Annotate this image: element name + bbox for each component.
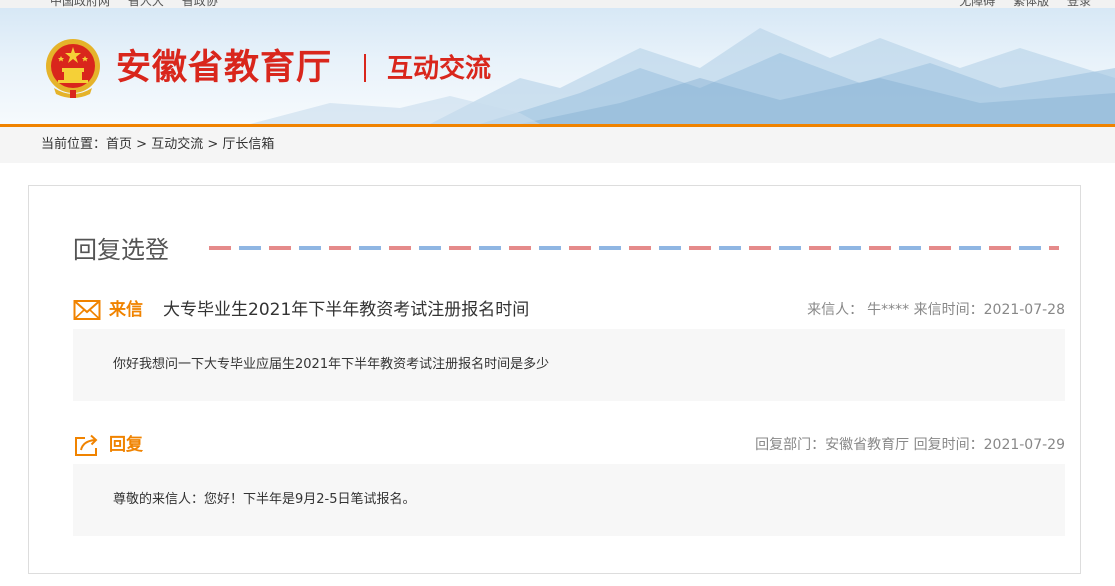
reply-header: 回复 回复部门：安徽省教育厅 回复时间：2021-07-29 [73, 431, 1065, 459]
letter-header: 来信 大专毕业生2021年下半年教资考试注册报名时间 来信人： 牛**** 来信时… [73, 296, 1065, 324]
letter-date-value: 2021-07-28 [983, 302, 1065, 318]
share-reply-icon [75, 434, 98, 456]
top-link-cppcc[interactable]: 省政协 [182, 0, 218, 8]
national-emblem-icon[interactable] [44, 38, 102, 100]
breadcrumb-interaction[interactable]: 互动交流 [151, 137, 203, 152]
breadcrumb: 当前位置：首页 > 互动交流 > 厅长信箱 [0, 127, 1115, 163]
reply-tag: 回复 [109, 435, 143, 455]
reply-body: 尊敬的来信人：您好！下半年是9月2-5日笔试报名。 [73, 464, 1065, 536]
top-link-login[interactable]: 登录 [1067, 0, 1091, 8]
section-title: 互动交流 [387, 54, 492, 84]
top-link-gov[interactable]: 中国政府网 [50, 0, 110, 8]
page-title: 回复选登 [73, 236, 169, 264]
letter-body: 你好我想问一下大专毕业应届生2021年下半年教资考试注册报名时间是多少 [73, 329, 1065, 401]
reply-date-label: 回复时间： [913, 437, 984, 453]
breadcrumb-home[interactable]: 首页 [106, 137, 132, 152]
top-right-links: 无障碍 繁体版 登录 [959, 0, 1105, 8]
site-header: 安徽省教育厅 互动交流 [0, 8, 1115, 124]
reply-dept-value: 安徽省教育厅 [825, 437, 910, 453]
reply-dept-label: 回复部门： [755, 437, 826, 453]
breadcrumb-prefix: 当前位置： [41, 137, 107, 152]
letter-date-label: 来信时间： [913, 302, 984, 318]
top-utility-bar: 中国政府网 省人大 省政协 无障碍 繁体版 登录 [0, 0, 1115, 8]
sender-value: 牛**** [867, 302, 910, 318]
reply-panel: 回复选登 来信 大专毕业生2021年下半年教资考试注册报名时间 来信人： 牛***… [28, 185, 1081, 574]
letter-meta: 来信人： 牛**** 来信时间：2021-07-28 [807, 296, 1065, 324]
reply-meta: 回复部门：安徽省教育厅 回复时间：2021-07-29 [755, 431, 1065, 459]
sender-label: 来信人： [807, 302, 864, 318]
title-divider [364, 54, 366, 82]
top-link-traditional[interactable]: 繁体版 [1013, 0, 1049, 8]
reply-date-value: 2021-07-29 [983, 437, 1065, 453]
letter-tag: 来信 [109, 300, 143, 320]
top-link-npc[interactable]: 省人大 [128, 0, 164, 8]
envelope-icon [73, 300, 101, 320]
letter-subject: 大专毕业生2021年下半年教资考试注册报名时间 [163, 300, 530, 320]
site-title[interactable]: 安徽省教育厅 [116, 46, 332, 90]
airmail-stripe-divider [209, 246, 1059, 250]
top-link-accessibility[interactable]: 无障碍 [959, 0, 995, 8]
letter-body-text: 你好我想问一下大专毕业应届生2021年下半年教资考试注册报名时间是多少 [113, 357, 550, 372]
breadcrumb-separator: > [132, 137, 152, 152]
breadcrumb-separator: > [203, 137, 223, 152]
reply-body-text: 尊敬的来信人：您好！下半年是9月2-5日笔试报名。 [113, 492, 416, 507]
top-left-links: 中国政府网 省人大 省政协 [50, 0, 232, 8]
breadcrumb-mailbox[interactable]: 厅长信箱 [222, 137, 274, 152]
